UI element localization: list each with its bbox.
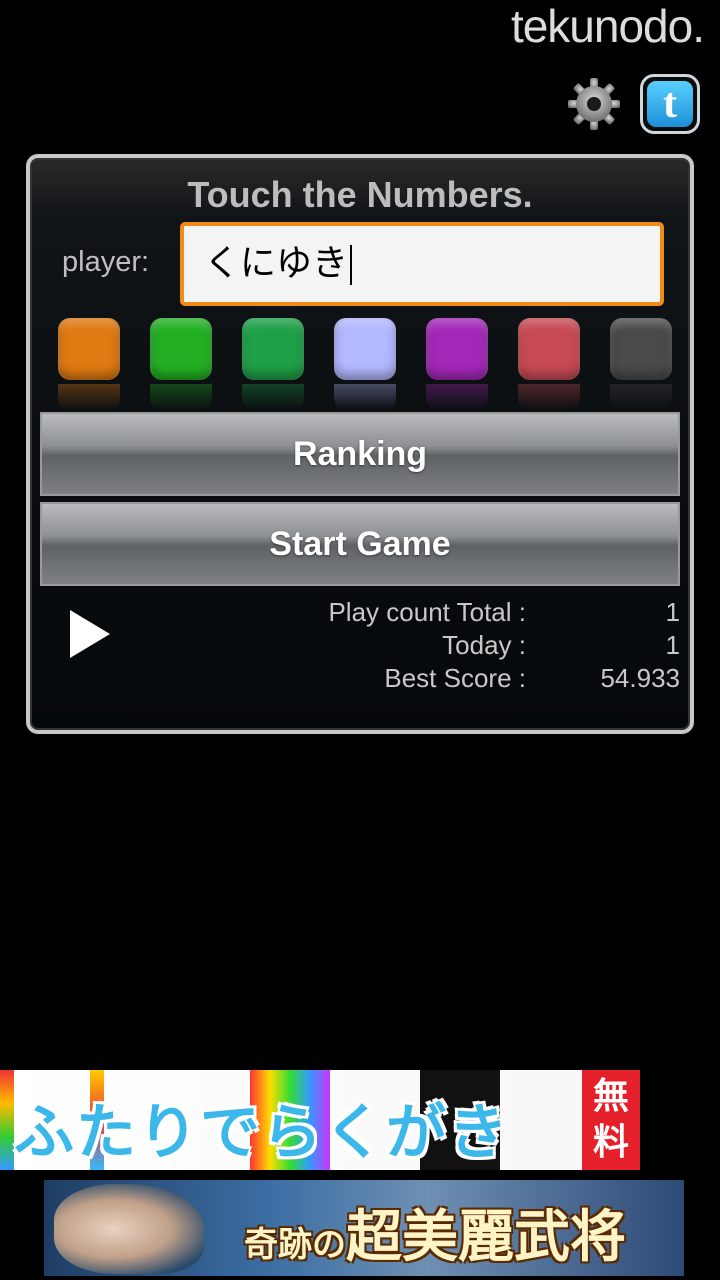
color-swatch-reflection	[150, 384, 212, 410]
ad-banner-main: 超美麗武将	[346, 1204, 626, 1270]
ad-banner-busho[interactable]: 奇跡の超美麗武将	[44, 1180, 684, 1276]
today-value: 1	[665, 630, 680, 660]
player-label: player:	[62, 246, 150, 278]
color-swatch-reflection	[242, 384, 304, 410]
stats-labels: Play count Total : Today : Best Score :	[328, 596, 526, 695]
color-swatch[interactable]	[242, 318, 304, 380]
color-swatch[interactable]	[610, 318, 672, 380]
player-name-field[interactable]: くにゆき	[180, 222, 664, 306]
text-caret	[350, 245, 353, 285]
ranking-button[interactable]: Ranking	[40, 412, 680, 496]
ad-character-image	[54, 1184, 204, 1274]
color-swatch[interactable]	[334, 318, 396, 380]
color-swatch[interactable]	[426, 318, 488, 380]
color-swatch-reflection	[334, 384, 396, 410]
free-badge-line1: 無	[592, 1076, 629, 1117]
play-count-total-label: Play count Total :	[328, 597, 526, 627]
play-count-total-value: 1	[665, 597, 680, 627]
ad-decoration	[0, 1070, 14, 1170]
twitter-icon[interactable]: t	[640, 74, 700, 134]
stats-values: 1 1 54.933	[600, 596, 680, 695]
game-title: Touch the Numbers.	[187, 174, 533, 215]
color-swatch-reflection	[610, 384, 672, 410]
ad-banner-title: ふたりでらくがき	[14, 1098, 510, 1168]
twitter-glyph: t	[647, 81, 693, 127]
best-score-label: Best Score :	[384, 663, 526, 693]
ad-banner-text: 奇跡の超美麗武将	[244, 1192, 626, 1273]
color-swatch[interactable]	[150, 318, 212, 380]
gear-icon[interactable]	[566, 76, 622, 132]
ad-banner-rakugaki[interactable]: ふたりでらくがき 無 料	[0, 1070, 640, 1170]
free-badge: 無 料	[582, 1070, 640, 1170]
brand-logo: tekunodo.	[510, 0, 705, 52]
color-swatches	[58, 318, 672, 410]
color-swatch[interactable]	[58, 318, 120, 380]
start-game-button[interactable]: Start Game	[40, 502, 680, 586]
play-icon[interactable]	[64, 604, 118, 664]
ad-banner-prefix: 奇跡の	[244, 1225, 346, 1265]
today-label: Today :	[442, 630, 526, 660]
color-swatch-reflection	[518, 384, 580, 410]
best-score-value: 54.933	[600, 663, 680, 693]
player-name-value: くにゆき	[204, 243, 349, 284]
color-swatch-reflection	[58, 384, 120, 410]
main-panel: Touch the Numbers. player: くにゆき Ranking …	[26, 154, 694, 734]
color-swatch[interactable]	[518, 318, 580, 380]
free-badge-line2: 料	[592, 1122, 629, 1163]
color-swatch-reflection	[426, 384, 488, 410]
